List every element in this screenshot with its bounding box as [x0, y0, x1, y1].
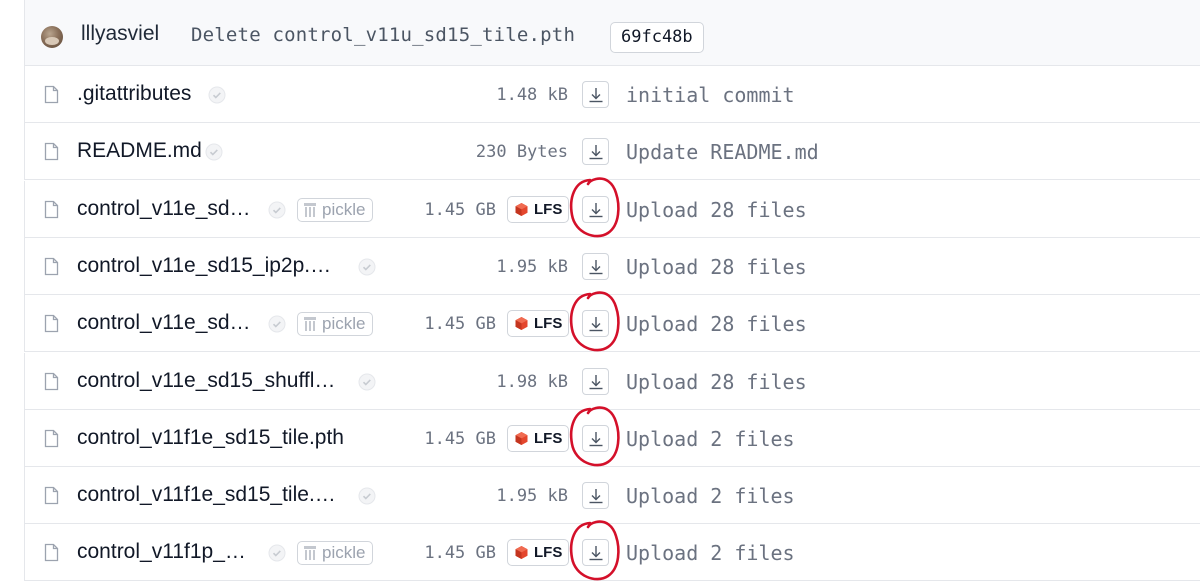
file-row: control_v11f1e_sd15_tile.… 1.95 kB Upload … — [24, 467, 1200, 525]
file-icon — [44, 543, 59, 562]
file-row: .gitattributes 1.48 kB initial commit — [24, 66, 1200, 123]
file-icon — [44, 372, 59, 391]
file-row: control_v11f1e_sd15_tile.pth 1.45 GB LFS Up… — [24, 406, 1200, 467]
avatar[interactable] — [41, 26, 63, 48]
file-name-link[interactable]: control_v11f1e_sd15_tile.… — [77, 483, 336, 507]
file-row: README.md 230 Bytes Update README.md — [24, 123, 1200, 181]
file-name-link[interactable]: control_v11e_sd… — [77, 311, 251, 335]
download-button[interactable] — [582, 367, 609, 395]
lfs-badge[interactable]: LFS — [507, 539, 570, 567]
file-size: 1.45 GB — [424, 314, 496, 335]
download-button[interactable] — [582, 310, 609, 338]
file-row: control_v11f1p_… pickle 1.45 GB LFS Upload 2… — [24, 520, 1200, 582]
shield-check-icon[interactable] — [358, 258, 376, 276]
lfs-label: LFS — [534, 315, 563, 333]
shield-check-icon[interactable] — [268, 315, 286, 333]
file-row: control_v11e_sd15_ip2p.… 1.95 kB Upload 28… — [24, 237, 1200, 295]
file-name-link[interactable]: control_v11e_sd15_ip2p.… — [77, 254, 331, 278]
pickle-label: pickle — [322, 199, 366, 219]
shield-check-icon[interactable] — [358, 373, 376, 391]
download-button[interactable] — [582, 482, 609, 510]
file-size: 1.45 GB — [424, 543, 496, 564]
download-button[interactable] — [582, 195, 609, 223]
file-name-link[interactable]: .gitattributes — [77, 82, 191, 106]
download-button[interactable] — [582, 424, 609, 452]
file-commit-message[interactable]: Upload 28 files — [626, 370, 807, 394]
pickle-badge[interactable]: pickle — [297, 541, 374, 566]
pickle-badge[interactable]: pickle — [297, 197, 374, 222]
file-commit-message[interactable]: Update README.md — [626, 140, 819, 164]
file-name-link[interactable]: README.md — [77, 139, 202, 163]
commit-hash-badge[interactable]: 69fc48b — [610, 22, 704, 53]
lfs-badge[interactable]: LFS — [507, 195, 570, 223]
file-commit-message[interactable]: Upload 2 files — [626, 427, 795, 451]
pickle-icon — [302, 316, 318, 332]
lfs-badge[interactable]: LFS — [507, 310, 570, 338]
file-name-link[interactable]: control_v11e_sd15_shuffl… — [77, 369, 335, 393]
file-size: 1.98 kB — [496, 371, 568, 392]
pickle-label: pickle — [322, 314, 366, 334]
file-commit-message[interactable]: initial commit — [626, 83, 795, 107]
file-row: control_v11e_sd… pickle 1.45 GB LFS Upload 2… — [24, 291, 1200, 353]
file-size: 1.45 GB — [424, 199, 496, 220]
lfs-label: LFS — [534, 544, 563, 562]
file-size: 1.95 kB — [496, 256, 568, 277]
commit-author[interactable]: lllyasviel — [81, 22, 159, 46]
lfs-label: LFS — [534, 200, 563, 218]
shield-check-icon[interactable] — [205, 143, 223, 161]
file-size: 1.45 GB — [424, 428, 496, 449]
pickle-label: pickle — [322, 543, 366, 563]
pickle-icon — [302, 202, 318, 218]
file-size: 1.48 kB — [496, 85, 568, 105]
download-button[interactable] — [582, 252, 609, 280]
file-commit-message[interactable]: Upload 2 files — [626, 484, 795, 508]
pickle-icon — [302, 545, 318, 561]
file-commit-message[interactable]: Upload 2 files — [626, 541, 795, 565]
file-size: 1.95 kB — [496, 486, 568, 507]
lfs-cube-icon — [514, 543, 529, 560]
file-icon — [44, 142, 59, 161]
file-row: control_v11e_sd15_shuffl… 1.98 kB Upload 2… — [24, 352, 1200, 410]
file-icon — [44, 486, 59, 505]
file-commit-message[interactable]: Upload 28 files — [626, 312, 807, 336]
lfs-cube-icon — [514, 314, 529, 331]
lfs-label: LFS — [534, 429, 563, 447]
file-row: control_v11e_sd… pickle 1.45 GB LFS Upload 2… — [24, 176, 1200, 238]
lfs-cube-icon — [514, 429, 529, 445]
file-commit-message[interactable]: Upload 28 files — [626, 198, 807, 222]
file-name-link[interactable]: control_v11e_sd… — [77, 197, 251, 221]
file-icon — [44, 85, 59, 104]
file-icon — [44, 200, 59, 219]
last-commit-bar: lllyasviel Delete control_v11u_sd15_tile… — [24, 0, 1200, 66]
lfs-badge[interactable]: LFS — [507, 424, 570, 452]
file-icon — [44, 257, 59, 276]
download-button[interactable] — [582, 81, 609, 108]
shield-check-icon[interactable] — [358, 487, 376, 505]
shield-check-icon[interactable] — [268, 544, 286, 562]
commit-message[interactable]: Delete control_v11u_sd15_tile.pth — [191, 24, 575, 46]
file-name-link[interactable]: control_v11f1p_… — [77, 540, 246, 564]
download-button[interactable] — [582, 539, 609, 567]
file-commit-message[interactable]: Upload 28 files — [626, 255, 807, 279]
lfs-cube-icon — [514, 200, 529, 216]
file-size: 230 Bytes — [475, 142, 568, 163]
shield-check-icon[interactable] — [208, 86, 226, 104]
download-button[interactable] — [582, 138, 609, 166]
pickle-badge[interactable]: pickle — [297, 312, 374, 337]
file-icon — [44, 429, 59, 448]
shield-check-icon[interactable] — [268, 201, 286, 219]
file-icon — [44, 314, 59, 333]
file-name-link[interactable]: control_v11f1e_sd15_tile.pth — [77, 426, 344, 450]
